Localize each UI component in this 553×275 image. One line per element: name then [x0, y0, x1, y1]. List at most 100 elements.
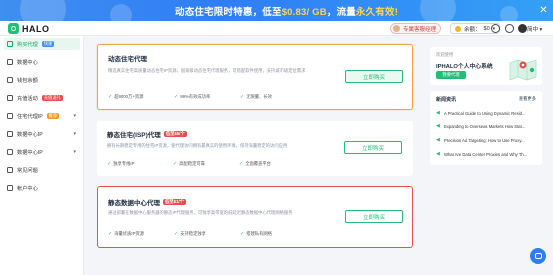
news-more-link[interactable]: 查看更多: [519, 96, 536, 102]
speaker-icon: ◀: [436, 122, 440, 129]
user-icon[interactable]: [518, 24, 527, 33]
banner-bubble: [110, 4, 132, 21]
app-page: 动态住宅限时特惠，低至$0.83/ GB，流量永久有效! ✕ HALO 专属客服…: [0, 0, 553, 275]
language-selector[interactable]: 简中 ▾: [527, 25, 542, 33]
check-icon: ✓: [240, 231, 245, 237]
sidebar-item-label: 购买代理: [17, 41, 38, 48]
gift-icon: [7, 95, 13, 101]
feature-label: 全面覆盖平台: [245, 161, 271, 166]
sidebar-item-label: 数据中心: [17, 59, 38, 66]
price-badge: 低至$1/个: [163, 199, 186, 205]
feature-label: 无限量、长效: [246, 94, 272, 99]
card-title: 静态数据中心代理 低至$1/个: [108, 197, 186, 207]
feature-label: 99%有效成功率: [180, 94, 211, 99]
check-icon: ✓: [107, 161, 112, 167]
sidebar-item-label: 数据中心IP: [17, 149, 43, 156]
news-item[interactable]: ◀ A Practical Guide to Using Dynamic Resi…: [436, 109, 536, 117]
banner-bubble: [420, 0, 456, 21]
wallet-icon: [455, 25, 461, 32]
chevron-down-icon: ▾: [73, 149, 76, 155]
logo[interactable]: HALO: [8, 23, 50, 34]
promo-button[interactable]: 我要代理: [436, 71, 466, 79]
news-item[interactable]: ◀ Expanding to Overseas Markets How Stat.…: [436, 122, 536, 130]
banner-bubble: [20, 0, 66, 21]
buy-now-button[interactable]: 立即购买: [345, 210, 403, 223]
speaker-icon: ◀: [436, 136, 440, 143]
sidebar-item-data-center[interactable]: 数据中心: [4, 56, 80, 68]
chevron-down-icon: ▾: [73, 131, 76, 137]
chevron-down-icon: ▾: [73, 113, 76, 119]
card-title-text: 静态数据中心代理: [108, 200, 160, 207]
banner-middle: ，流量: [326, 7, 356, 18]
news-item[interactable]: ◀ Precision Ad Targeting: How to Use Prox…: [436, 136, 536, 144]
feature-label: 搭建私有网络: [246, 231, 272, 236]
sidebar: 购买代理 快速 数据中心 钱包余额 充值活动 充值送礼 住宅代理IP 推荐 ▾ …: [0, 36, 84, 275]
card-title-text: 静态住宅(ISP)代理: [107, 132, 161, 139]
bell-icon[interactable]: [491, 24, 500, 33]
welcome-promo-card: 欢迎使用 IPHALO个人中心系统 我要代理: [430, 47, 542, 85]
advisor-label: 专属客服经理: [403, 26, 437, 33]
check-icon: ✓: [174, 94, 179, 100]
news-title: 新闻资讯: [436, 97, 457, 103]
card-description: 通过部署在数据中心服务器的静态IP代理服务，可独享高带宽的低延迟静态数据中心代理…: [108, 210, 293, 215]
banner-bubble: [500, 6, 518, 21]
sidebar-item-wallet[interactable]: 钱包余额: [4, 74, 80, 86]
feature-item: ✓ 高配稳定可靠: [173, 161, 231, 167]
card-title: 静态住宅(ISP)代理 低至$5/个: [107, 129, 187, 139]
sidebar-item-datacenter-ip-2[interactable]: 数据中心IP ▾: [4, 146, 80, 158]
card-features: ✓ 独享专线IP ✓ 高配稳定可靠 ✓ 全面覆盖平台: [107, 161, 297, 167]
user-icon: [7, 185, 13, 191]
feature-item: ✓ 99%有效成功率: [174, 94, 232, 100]
server-icon: [7, 59, 13, 65]
buy-now-button[interactable]: 立即购买: [345, 70, 403, 83]
promo-subtitle: 欢迎使用: [436, 52, 454, 57]
promo-button-label: 我要代理: [442, 72, 460, 77]
news-item-title: Precision Ad Targeting: How to Use Proxy…: [444, 137, 525, 143]
chat-icon: [534, 253, 542, 259]
language-label: 简中: [527, 27, 539, 33]
sidebar-item-label: 钱包余额: [17, 77, 38, 84]
cart-icon: [7, 41, 13, 47]
sidebar-item-recharge[interactable]: 充值活动 充值送礼: [4, 92, 80, 104]
question-icon: [7, 167, 13, 173]
home-icon: [7, 113, 13, 119]
close-icon[interactable]: ✕: [538, 5, 549, 16]
card-description: 精选真实住宅高质量动态住宅IP资源，国家级动态住宅代理服务，可搭配软件使用，支持…: [108, 68, 306, 73]
advisor-button[interactable]: 专属客服经理: [390, 23, 442, 34]
database-icon: [7, 131, 13, 137]
news-item-title: Expanding to Overseas Markets How Stat..…: [444, 123, 526, 129]
map-illustration-icon: [509, 59, 537, 81]
sidebar-item-faq[interactable]: 常见问题: [4, 164, 80, 176]
product-card-static-datacenter: 静态数据中心代理 低至$1/个 通过部署在数据中心服务器的静态IP代理服务，可独…: [97, 186, 413, 248]
feature-item: ✓ 海量优质IP资源: [108, 231, 166, 237]
product-card-static-residential: 静态住宅(ISP)代理 低至$5/个 拥有长期稳定专用的住宅IP资源，使代理访问…: [97, 121, 413, 176]
card-title: 动态住宅代理: [108, 53, 147, 63]
sidebar-item-tag: 快速: [41, 41, 55, 47]
feature-label: 独享专线IP: [113, 161, 135, 166]
sidebar-item-residential-ip[interactable]: 住宅代理IP 推荐 ▾: [4, 110, 80, 122]
chat-support-button[interactable]: [530, 248, 546, 264]
logo-text: HALO: [22, 23, 50, 34]
promo-title: IPHALO个人中心系统: [436, 64, 493, 70]
news-item-title: What Are Data Center Proxies and Why Th.…: [444, 151, 528, 157]
sidebar-item-account[interactable]: 帐户中心: [4, 182, 80, 194]
news-item[interactable]: ◀ What Are Data Center Proxies and Why Th…: [436, 150, 536, 158]
feature-item: ✓ 独享专线IP: [107, 161, 165, 167]
promo-banner[interactable]: 动态住宅限时特惠，低至$0.83/ GB，流量永久有效! ✕: [0, 0, 553, 21]
top-header: HALO 专属客服经理 余额： $0 ▾ 简中 ▾: [0, 21, 553, 36]
card-features: ✓ 超9000万+资源 ✓ 99%有效成功率 ✓ 无限量、长效: [108, 94, 298, 100]
sidebar-item-tag: 推荐: [46, 113, 60, 119]
help-icon[interactable]: [505, 24, 514, 33]
speaker-icon: ◀: [436, 150, 440, 157]
logo-icon: [8, 23, 19, 34]
banner-text: 动态住宅限时特惠，低至$0.83/ GB，流量永久有效!: [175, 4, 398, 18]
sidebar-item-label: 充值活动: [17, 95, 38, 102]
check-icon: ✓: [239, 161, 244, 167]
sidebar-item-datacenter-ip[interactable]: 数据中心IP ▾: [4, 128, 80, 140]
buy-now-button[interactable]: 立即购买: [344, 141, 402, 154]
speaker-icon: ◀: [436, 109, 440, 116]
feature-item: ✓ 无限量、长效: [240, 94, 298, 100]
sidebar-item-buy-proxy[interactable]: 购买代理 快速: [4, 38, 80, 50]
news-panel: 新闻资讯 查看更多 ◀ A Practical Guide to Using Dy…: [430, 91, 542, 165]
feature-item: ✓ 超9000万+资源: [108, 94, 166, 100]
